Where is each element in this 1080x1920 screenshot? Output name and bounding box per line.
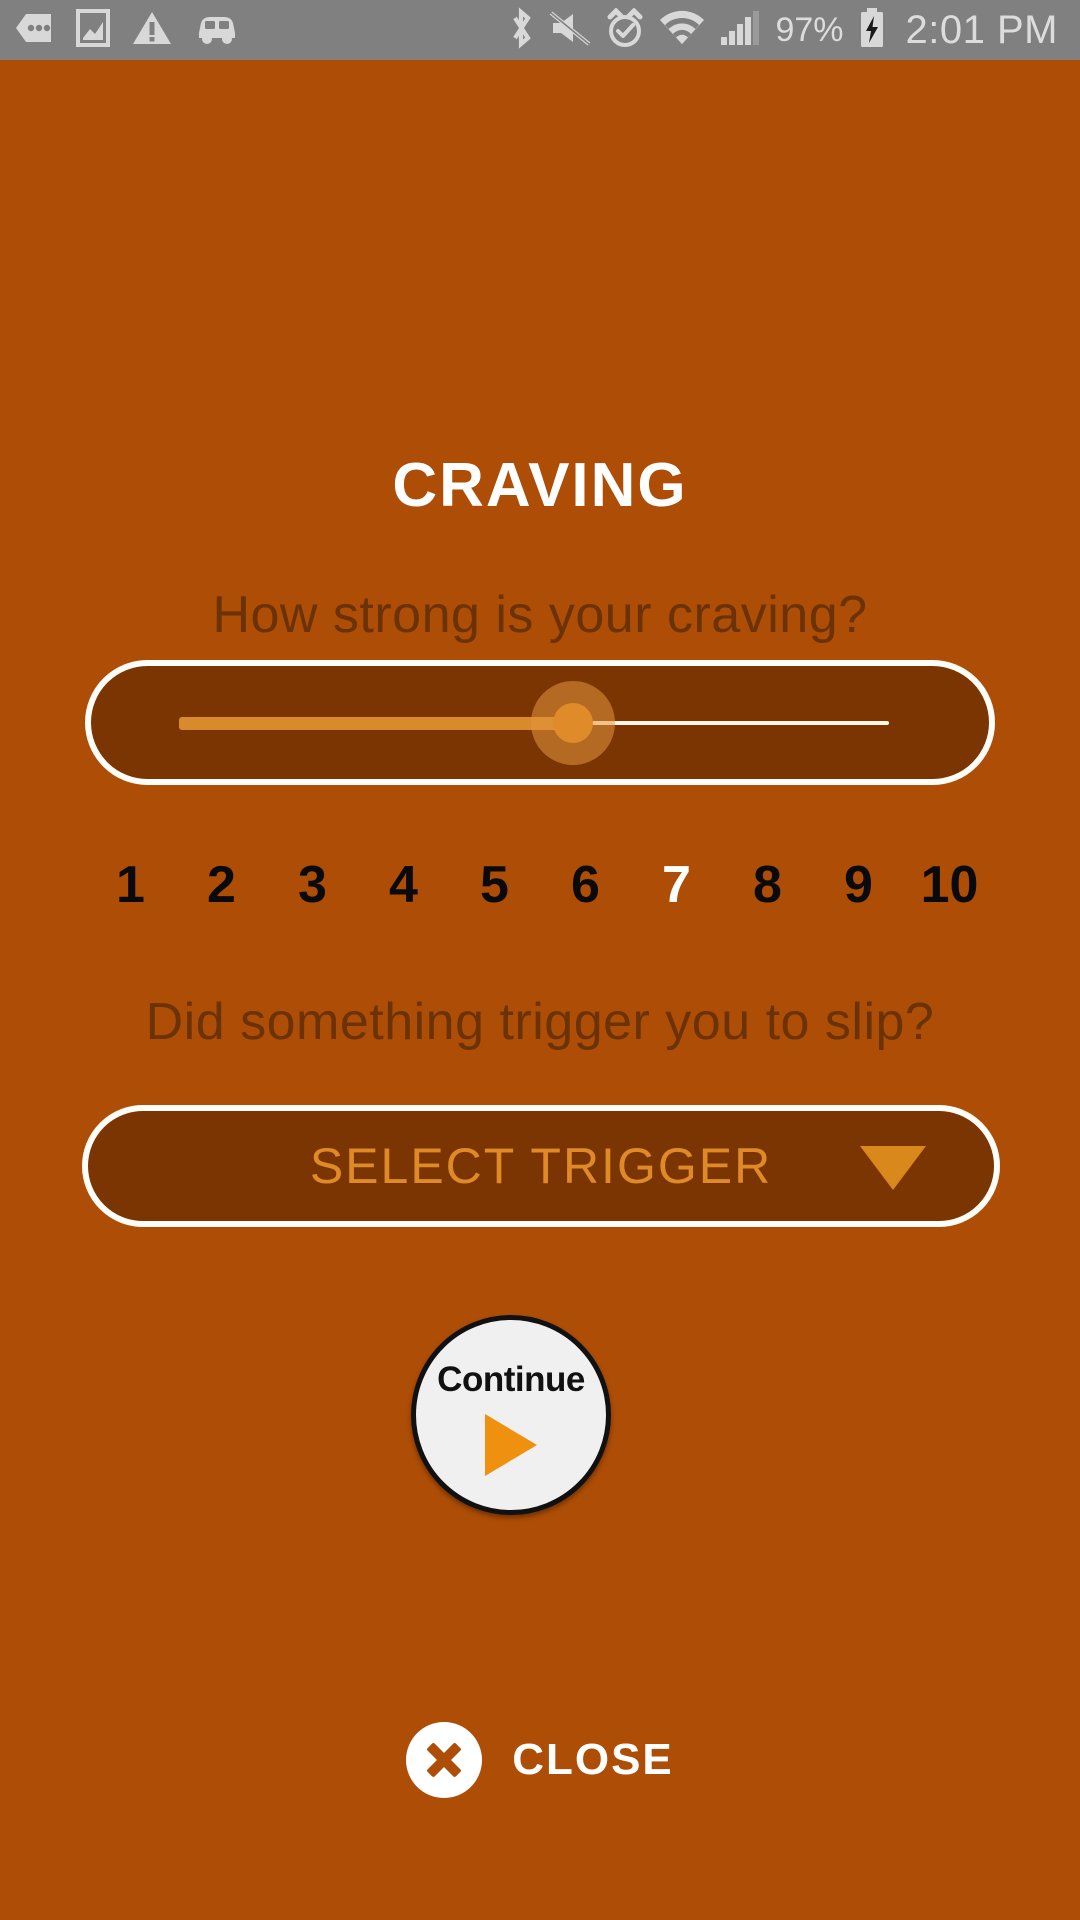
- bluetooth-icon: [507, 6, 535, 54]
- craving-strength-question: How strong is your craving?: [212, 586, 868, 644]
- slider-inner: [91, 666, 989, 779]
- scale-number-7[interactable]: 7: [631, 850, 722, 920]
- warning-triangle-icon: [132, 10, 172, 51]
- clock-label: 2:01 PM: [905, 7, 1058, 52]
- craving-intensity-slider[interactable]: [85, 660, 995, 785]
- message-dots-icon: [14, 11, 54, 50]
- continue-button-label: Continue: [437, 1360, 585, 1399]
- scale-number-2[interactable]: 2: [176, 850, 267, 920]
- close-x-circle-icon: [406, 1722, 483, 1798]
- craving-scale-labels: 1 2 3 4 5 6 7 8 9 10: [85, 850, 995, 920]
- volume-muted-icon: [549, 9, 591, 52]
- wifi-icon: [659, 10, 705, 51]
- scale-number-4[interactable]: 4: [358, 850, 449, 920]
- alarm-clock-icon: [605, 6, 645, 53]
- scale-number-9[interactable]: 9: [813, 850, 904, 920]
- cellular-signal-icon: [719, 9, 761, 52]
- battery-percent-label: 97%: [775, 10, 844, 49]
- scale-number-3[interactable]: 3: [267, 850, 358, 920]
- trigger-question: Did something trigger you to slip?: [145, 993, 935, 1051]
- status-bar-left-icons: [14, 8, 240, 52]
- scale-number-8[interactable]: 8: [722, 850, 813, 920]
- select-trigger-dropdown[interactable]: SELECT TRIGGER: [82, 1105, 1000, 1227]
- close-button-label: CLOSE: [512, 1735, 674, 1784]
- screenshot-image-icon: [76, 8, 110, 52]
- close-button[interactable]: CLOSE: [0, 1715, 1080, 1805]
- select-trigger-label: SELECT TRIGGER: [309, 1138, 773, 1194]
- chevron-down-icon: [860, 1146, 926, 1190]
- scale-number-5[interactable]: 5: [449, 850, 540, 920]
- battery-charging-icon: [858, 7, 886, 54]
- slider-track-filled: [179, 716, 571, 730]
- status-bar: 97% 2:01 PM: [0, 0, 1080, 60]
- continue-button[interactable]: Continue: [411, 1315, 611, 1515]
- play-triangle-icon: [485, 1414, 537, 1476]
- scale-number-10[interactable]: 10: [904, 850, 995, 920]
- craving-logging-screen: CRAVING How strong is your craving? 1 2 …: [0, 60, 1080, 1920]
- slider-thumb[interactable]: [553, 702, 593, 743]
- scale-number-1[interactable]: 1: [85, 850, 176, 920]
- scale-number-6[interactable]: 6: [540, 850, 631, 920]
- car-icon: [194, 11, 240, 50]
- status-bar-right-icons: 97% 2:01 PM: [507, 6, 1066, 54]
- page-title: CRAVING: [392, 451, 688, 520]
